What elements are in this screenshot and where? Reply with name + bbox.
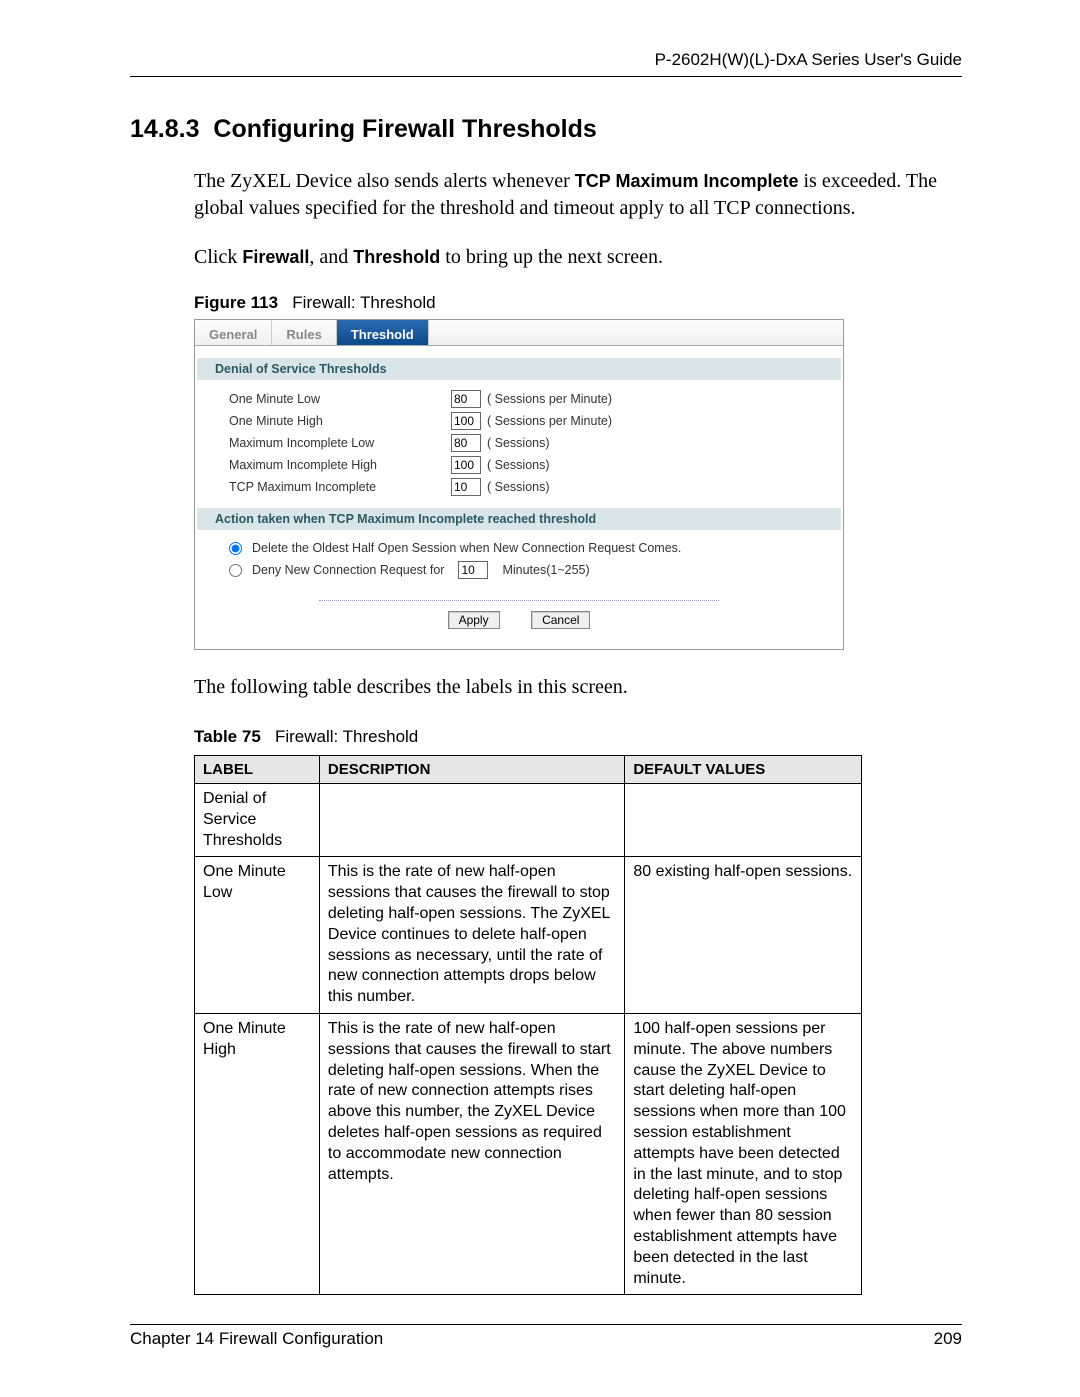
- max-incomplete-high-input[interactable]: [451, 456, 481, 474]
- tcp-max-incomplete-input[interactable]: [451, 478, 481, 496]
- field-suffix: ( Sessions): [487, 458, 550, 472]
- firewall-threshold-screenshot: General Rules Threshold Denial of Servic…: [194, 319, 844, 650]
- action-options: Delete the Oldest Half Open Session when…: [197, 530, 841, 582]
- text: The ZyXEL Device also sends alerts whene…: [194, 170, 575, 192]
- dos-section-head: Denial of Service Thresholds: [197, 358, 841, 380]
- deny-minutes-input[interactable]: [458, 561, 488, 579]
- tab-rules[interactable]: Rules: [272, 320, 336, 345]
- field-label: One Minute High: [229, 414, 451, 428]
- max-incomplete-low-input[interactable]: [451, 434, 481, 452]
- cell-def: 100 half-open sessions per minute. The a…: [625, 1013, 862, 1294]
- field-label: Maximum Incomplete High: [229, 458, 451, 472]
- one-minute-high-input[interactable]: [451, 412, 481, 430]
- section-title: Configuring Firewall Thresholds: [213, 115, 596, 143]
- th-description: DESCRIPTION: [319, 756, 624, 784]
- tab-bar: General Rules Threshold: [195, 320, 843, 346]
- field-one-minute-high: One Minute High ( Sessions per Minute): [197, 410, 841, 432]
- radio-delete-oldest-input[interactable]: [229, 542, 242, 555]
- figure-caption: Figure 113 Firewall: Threshold: [194, 293, 962, 313]
- threshold-description-table: LABEL DESCRIPTION DEFAULT VALUES Denial …: [194, 755, 862, 1295]
- cell-def: [625, 784, 862, 857]
- paragraph-2: Click Firewall, and Threshold to bring u…: [194, 244, 962, 271]
- cell-label: One Minute Low: [195, 857, 320, 1014]
- cell-desc: [319, 784, 624, 857]
- cell-desc: This is the rate of new half-open sessio…: [319, 1013, 624, 1294]
- radio-deny-new[interactable]: Deny New Connection Request for Minutes(…: [197, 558, 841, 582]
- cell-def: 80 existing half-open sessions.: [625, 857, 862, 1014]
- paragraph-1: The ZyXEL Device also sends alerts whene…: [194, 168, 962, 222]
- footer-page-number: 209: [934, 1329, 962, 1349]
- action-section-head: Action taken when TCP Maximum Incomplete…: [197, 508, 841, 530]
- field-suffix: ( Sessions): [487, 436, 550, 450]
- table-number: Table 75: [194, 727, 261, 746]
- paragraph-3: The following table describes the labels…: [194, 674, 962, 701]
- table-title: Firewall: Threshold: [275, 727, 418, 746]
- button-row: Apply Cancel: [319, 600, 719, 629]
- table-row: One Minute Low This is the rate of new h…: [195, 857, 862, 1014]
- bold-text: Firewall: [242, 247, 309, 267]
- radio-suffix: Minutes(1~255): [502, 563, 589, 577]
- field-label: Maximum Incomplete Low: [229, 436, 451, 450]
- section-number: 14.8.3: [130, 115, 200, 143]
- field-max-incomplete-high: Maximum Incomplete High ( Sessions): [197, 454, 841, 476]
- figure-number: Figure 113: [194, 293, 278, 312]
- cancel-button[interactable]: Cancel: [531, 611, 590, 629]
- field-one-minute-low: One Minute Low ( Sessions per Minute): [197, 388, 841, 410]
- field-max-incomplete-low: Maximum Incomplete Low ( Sessions): [197, 432, 841, 454]
- text: to bring up the next screen.: [440, 246, 663, 268]
- text: Click: [194, 246, 242, 268]
- radio-deny-new-input[interactable]: [229, 564, 242, 577]
- radio-delete-oldest[interactable]: Delete the Oldest Half Open Session when…: [197, 538, 841, 558]
- tab-threshold[interactable]: Threshold: [337, 320, 429, 345]
- field-label: One Minute Low: [229, 392, 451, 406]
- radio-label: Deny New Connection Request for: [252, 563, 444, 577]
- table-row: Denial of Service Thresholds: [195, 784, 862, 857]
- section-heading: 14.8.3 Configuring Firewall Thresholds: [130, 115, 962, 144]
- doc-header: P-2602H(W)(L)-DxA Series User's Guide: [130, 50, 962, 77]
- one-minute-low-input[interactable]: [451, 390, 481, 408]
- radio-label: Delete the Oldest Half Open Session when…: [252, 541, 681, 555]
- bold-text: TCP Maximum Incomplete: [575, 171, 799, 191]
- field-tcp-max-incomplete: TCP Maximum Incomplete ( Sessions): [197, 476, 841, 498]
- th-label: LABEL: [195, 756, 320, 784]
- field-suffix: ( Sessions per Minute): [487, 392, 612, 406]
- figure-title: Firewall: Threshold: [292, 293, 435, 312]
- cell-desc: This is the rate of new half-open sessio…: [319, 857, 624, 1014]
- cell-label: One Minute High: [195, 1013, 320, 1294]
- dos-fields: One Minute Low ( Sessions per Minute) On…: [197, 380, 841, 498]
- apply-button[interactable]: Apply: [448, 611, 500, 629]
- footer-chapter: Chapter 14 Firewall Configuration: [130, 1329, 383, 1349]
- cell-label: Denial of Service Thresholds: [195, 784, 320, 857]
- tab-general[interactable]: General: [195, 320, 272, 345]
- bold-text: Threshold: [353, 247, 440, 267]
- page-footer: Chapter 14 Firewall Configuration 209: [130, 1324, 962, 1349]
- field-label: TCP Maximum Incomplete: [229, 480, 451, 494]
- th-default: DEFAULT VALUES: [625, 756, 862, 784]
- table-row: One Minute High This is the rate of new …: [195, 1013, 862, 1294]
- field-suffix: ( Sessions): [487, 480, 550, 494]
- table-caption: Table 75 Firewall: Threshold: [194, 727, 962, 747]
- text: , and: [309, 246, 353, 268]
- field-suffix: ( Sessions per Minute): [487, 414, 612, 428]
